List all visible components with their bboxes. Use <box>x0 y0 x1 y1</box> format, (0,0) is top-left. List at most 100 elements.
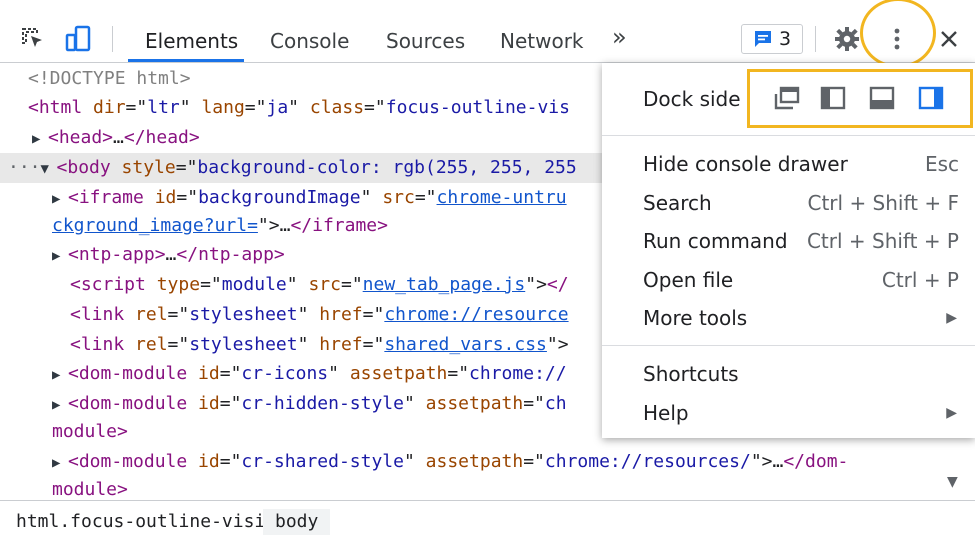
code-token: module> <box>52 421 128 442</box>
menu-item-shortcut: Ctrl + P <box>881 268 959 292</box>
menu-item-label: Shortcuts <box>643 362 739 386</box>
code-token: " <box>288 97 310 118</box>
menu-item-label: Open file <box>643 268 734 292</box>
code-token: </head> <box>123 127 200 148</box>
menu-item-label: Help <box>643 401 689 425</box>
dock-side-label: Dock side <box>643 87 741 111</box>
resource-link[interactable]: chrome-untru <box>437 187 567 208</box>
code-token: <dom-module <box>68 451 199 472</box>
code-token: id <box>198 393 220 414</box>
scroll-down-icon[interactable]: ▼ <box>947 474 958 490</box>
code-token: " <box>297 334 320 355</box>
code-token: … <box>165 244 177 265</box>
code-token: =" <box>523 393 545 414</box>
collapsed-triangle-icon[interactable]: ▶ <box>52 184 68 214</box>
code-token: rel <box>135 304 168 325</box>
code-token: stylesheet <box>189 334 298 355</box>
code-token: =" <box>447 363 470 384</box>
menu-item-hide-console-drawer[interactable]: Hide console drawer Esc <box>602 145 975 183</box>
tab-elements[interactable]: Elements <box>145 24 238 58</box>
code-token: cr-shared-style <box>241 451 404 472</box>
code-token: " <box>328 363 350 384</box>
code-token: <dom-module <box>68 393 199 414</box>
code-token: focus-outline-vis <box>385 97 570 118</box>
dock-left-icon[interactable] <box>818 83 848 113</box>
menu-item-shortcuts[interactable]: Shortcuts <box>602 355 975 393</box>
code-token: "> <box>750 451 773 472</box>
dock-bottom-icon[interactable] <box>867 83 897 113</box>
resource-link[interactable]: new_tab_page.js <box>363 274 526 295</box>
code-token: " <box>360 187 383 208</box>
menu-item-run-command[interactable]: Run command Ctrl + Shift + P <box>602 222 975 260</box>
tab-console[interactable]: Console <box>270 24 349 58</box>
menu-item-help[interactable]: Help ▶ <box>602 394 975 432</box>
resource-link[interactable]: chrome://resource <box>384 304 568 325</box>
active-tab-indicator <box>128 59 244 62</box>
resource-link[interactable]: ckground_image?url= <box>52 215 258 236</box>
code-token: <dom-module <box>68 363 199 384</box>
toolbar-separator <box>815 26 816 52</box>
menu-item-more-tools[interactable]: More tools ▶ <box>602 299 975 337</box>
code-token: </ntp-app> <box>176 244 285 265</box>
code-token: =" <box>167 304 190 325</box>
devtools-toolbar: Elements Console Sources Network » 3 <box>0 0 975 63</box>
code-token: =" <box>176 187 199 208</box>
collapsed-triangle-icon[interactable]: ▶ <box>32 124 48 154</box>
code-token: =" <box>340 274 363 295</box>
code-token: rel <box>135 334 168 355</box>
dock-right-icon[interactable] <box>916 83 946 113</box>
inspect-element-icon[interactable] <box>18 22 48 56</box>
menu-item-label: Hide console drawer <box>643 152 848 176</box>
code-token: background-color: rgb(255, 255, 255 <box>197 157 577 178</box>
code-token: id <box>198 451 220 472</box>
code-token: module <box>221 274 287 295</box>
code-token: =" <box>219 451 242 472</box>
issues-badge[interactable]: 3 <box>741 24 803 54</box>
issues-count: 3 <box>778 28 792 50</box>
code-token: href <box>319 304 363 325</box>
submenu-arrow-icon: ▶ <box>946 310 957 326</box>
menu-item-search[interactable]: Search Ctrl + Shift + F <box>602 184 975 222</box>
code-token: <html <box>28 97 94 118</box>
code-token: " <box>403 451 426 472</box>
code-token: dir <box>93 97 126 118</box>
collapsed-triangle-icon[interactable]: ▶ <box>52 360 68 390</box>
resource-link[interactable]: shared_vars.css <box>384 334 547 355</box>
code-token: <ntp-app> <box>68 244 166 265</box>
device-toggle-icon[interactable] <box>63 22 93 56</box>
code-token: assetpath <box>425 393 524 414</box>
code-token: cr-hidden-style <box>241 393 404 414</box>
submenu-arrow-icon: ▶ <box>946 405 957 421</box>
undock-icon[interactable] <box>772 83 802 113</box>
code-token: =" <box>219 393 242 414</box>
tab-sources[interactable]: Sources <box>386 24 465 58</box>
menu-separator <box>602 345 975 346</box>
node-actions-icon[interactable]: ··· <box>8 157 41 178</box>
expanded-triangle-icon[interactable]: ▼ <box>41 154 57 184</box>
code-token: … <box>113 127 124 148</box>
breadcrumb-item-active[interactable]: body <box>263 509 331 535</box>
collapsed-triangle-icon[interactable]: ▶ <box>52 241 68 271</box>
code-token: =" <box>364 97 386 118</box>
menu-item-label: More tools <box>643 306 748 330</box>
code-token: backgroundImage <box>198 187 361 208</box>
collapsed-triangle-icon[interactable]: ▶ <box>52 390 68 420</box>
code-token: ja <box>266 97 289 118</box>
close-icon[interactable] <box>934 22 964 56</box>
gear-icon[interactable] <box>832 22 862 56</box>
code-token: … <box>279 215 291 236</box>
code-token: src <box>382 187 415 208</box>
code-token: lang <box>201 97 245 118</box>
tab-network[interactable]: Network <box>500 24 584 58</box>
code-token: <link <box>70 304 136 325</box>
more-tabs-button[interactable]: » <box>612 20 627 54</box>
menu-item-label: Search <box>643 191 712 215</box>
breadcrumb-item[interactable]: html.focus-outline-visible <box>16 509 298 535</box>
code-token: id <box>154 187 177 208</box>
menu-item-open-file[interactable]: Open file Ctrl + P <box>602 261 975 299</box>
code-token: " <box>286 274 309 295</box>
code-token: assetpath <box>425 451 524 472</box>
code-token: =" <box>167 334 190 355</box>
code-token: =" <box>362 334 385 355</box>
collapsed-triangle-icon[interactable]: ▶ <box>52 448 68 478</box>
